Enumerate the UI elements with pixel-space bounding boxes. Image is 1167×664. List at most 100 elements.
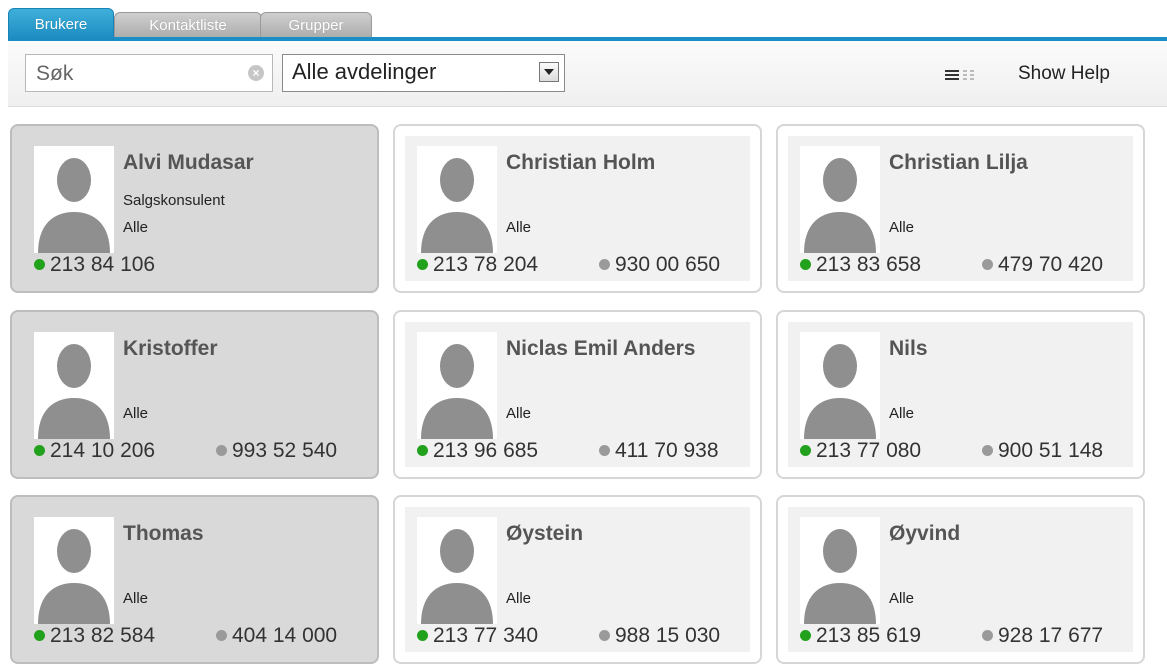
offline-status-icon bbox=[982, 445, 993, 456]
phone-secondary-number: 928 17 677 bbox=[998, 624, 1104, 647]
avatar-placeholder-icon bbox=[800, 146, 880, 253]
phone-secondary-number: 930 00 650 bbox=[615, 253, 721, 276]
offline-status-icon bbox=[599, 630, 610, 641]
offline-status-icon bbox=[599, 445, 610, 456]
phone-secondary[interactable]: 930 00 650 bbox=[599, 253, 720, 277]
tab-grupper[interactable]: Grupper bbox=[260, 12, 372, 40]
department-select[interactable]: Alle avdelinger bbox=[282, 54, 565, 92]
phone-primary[interactable]: 213 78 204 bbox=[417, 253, 538, 277]
offline-status-icon bbox=[982, 259, 993, 270]
online-status-icon bbox=[800, 259, 811, 270]
user-department: Alle bbox=[123, 405, 149, 422]
phone-secondary-number: 411 70 938 bbox=[615, 439, 719, 462]
phone-primary-number: 213 82 584 bbox=[50, 624, 156, 647]
user-name[interactable]: Christian Lilja bbox=[889, 151, 1028, 175]
online-status-icon bbox=[34, 630, 45, 641]
user-name[interactable]: Niclas Emil Anders bbox=[506, 337, 695, 361]
phone-secondary[interactable]: 479 70 420 bbox=[982, 253, 1103, 277]
online-status-icon bbox=[417, 445, 428, 456]
tab-kontaktliste[interactable]: Kontaktliste bbox=[114, 12, 262, 40]
phone-secondary[interactable]: 411 70 938 bbox=[599, 439, 719, 463]
offline-status-icon bbox=[982, 630, 993, 641]
online-status-icon bbox=[417, 630, 428, 641]
user-department: Alle bbox=[889, 405, 915, 422]
phone-primary-number: 213 85 619 bbox=[816, 624, 922, 647]
user-card[interactable]: Christian Holm Alle 213 78 204 930 00 650 bbox=[393, 124, 762, 293]
user-name[interactable]: Øyvind bbox=[889, 522, 960, 546]
phone-primary[interactable]: 213 83 658 bbox=[800, 253, 921, 277]
user-department: Alle bbox=[506, 219, 532, 236]
online-status-icon bbox=[34, 259, 45, 270]
user-card[interactable]: Alvi Mudasar Salgskonsulent Alle 213 84 106 bbox=[10, 124, 379, 293]
phone-secondary[interactable]: 993 52 540 bbox=[216, 439, 337, 463]
phone-secondary[interactable]: 928 17 677 bbox=[982, 624, 1103, 648]
phone-secondary-number: 988 15 030 bbox=[615, 624, 721, 647]
user-card[interactable]: Niclas Emil Anders Alle 213 96 685 411 70 9… bbox=[393, 310, 762, 479]
phone-secondary-number: 993 52 540 bbox=[232, 439, 338, 462]
user-card[interactable]: Christian Lilja Alle 213 83 658 479 70 420 bbox=[776, 124, 1145, 293]
phone-secondary[interactable]: 988 15 030 bbox=[599, 624, 720, 648]
user-department: Alle bbox=[123, 590, 149, 607]
phone-secondary[interactable]: 404 14 000 bbox=[216, 624, 337, 648]
offline-status-icon bbox=[216, 630, 227, 641]
user-name[interactable]: Øystein bbox=[506, 522, 583, 546]
user-title: Salgskonsulent bbox=[123, 192, 225, 209]
grid-view-icon[interactable] bbox=[963, 70, 975, 81]
user-card[interactable]: Øystein Alle 213 77 340 988 15 030 bbox=[393, 495, 762, 664]
department-select-value: Alle avdelinger bbox=[292, 59, 437, 84]
user-name[interactable]: Christian Holm bbox=[506, 151, 655, 175]
avatar-placeholder-icon bbox=[417, 146, 497, 253]
list-view-icon[interactable] bbox=[945, 70, 959, 81]
online-status-icon bbox=[800, 630, 811, 641]
phone-primary-number: 213 96 685 bbox=[433, 439, 539, 462]
user-card[interactable]: Nils Alle 213 77 080 900 51 148 bbox=[776, 310, 1145, 479]
show-help-link[interactable]: Show Help bbox=[1018, 63, 1110, 85]
phone-primary[interactable]: 213 82 584 bbox=[34, 624, 155, 648]
phone-secondary-number: 479 70 420 bbox=[998, 253, 1104, 276]
user-card[interactable]: Øyvind Alle 213 85 619 928 17 677 bbox=[776, 495, 1145, 664]
online-status-icon bbox=[800, 445, 811, 456]
user-name[interactable]: Kristoffer bbox=[123, 337, 218, 361]
phone-primary-number: 213 77 080 bbox=[816, 439, 922, 462]
clear-search-icon[interactable]: × bbox=[248, 65, 264, 81]
user-name[interactable]: Thomas bbox=[123, 522, 204, 546]
phone-secondary[interactable]: 900 51 148 bbox=[982, 439, 1103, 463]
user-card[interactable]: Kristoffer Alle 214 10 206 993 52 540 bbox=[10, 310, 379, 479]
phone-primary-number: 213 78 204 bbox=[433, 253, 539, 276]
phone-primary[interactable]: 213 85 619 bbox=[800, 624, 921, 648]
avatar-placeholder-icon bbox=[34, 146, 114, 253]
user-department: Alle bbox=[889, 590, 915, 607]
avatar-placeholder-icon bbox=[417, 332, 497, 439]
offline-status-icon bbox=[216, 445, 227, 456]
phone-secondary-number: 900 51 148 bbox=[998, 439, 1104, 462]
phone-primary-number: 214 10 206 bbox=[50, 439, 156, 462]
phone-primary[interactable]: 214 10 206 bbox=[34, 439, 155, 463]
user-department: Alle bbox=[889, 219, 915, 236]
chevron-down-icon[interactable] bbox=[539, 62, 559, 82]
avatar-placeholder-icon bbox=[34, 332, 114, 439]
phone-primary-number: 213 83 658 bbox=[816, 253, 922, 276]
search-input[interactable] bbox=[34, 61, 238, 87]
search-box: × bbox=[25, 54, 273, 92]
offline-status-icon bbox=[599, 259, 610, 270]
online-status-icon bbox=[417, 259, 428, 270]
phone-primary-number: 213 84 106 bbox=[50, 253, 156, 276]
avatar-placeholder-icon bbox=[34, 517, 114, 624]
user-department: Alle bbox=[506, 590, 532, 607]
user-department: Alle bbox=[506, 405, 532, 422]
online-status-icon bbox=[34, 445, 45, 456]
toolbar: × Alle avdelinger Show Help bbox=[8, 41, 1167, 107]
phone-primary[interactable]: 213 84 106 bbox=[34, 253, 155, 277]
tab-brukere[interactable]: Brukere bbox=[8, 8, 114, 40]
user-department: Alle bbox=[123, 219, 149, 236]
avatar-placeholder-icon bbox=[417, 517, 497, 624]
phone-primary-number: 213 77 340 bbox=[433, 624, 539, 647]
phone-primary[interactable]: 213 96 685 bbox=[417, 439, 538, 463]
user-card[interactable]: Thomas Alle 213 82 584 404 14 000 bbox=[10, 495, 379, 664]
avatar-placeholder-icon bbox=[800, 332, 880, 439]
phone-primary[interactable]: 213 77 080 bbox=[800, 439, 921, 463]
phone-secondary-number: 404 14 000 bbox=[232, 624, 338, 647]
user-name[interactable]: Alvi Mudasar bbox=[123, 151, 254, 175]
phone-primary[interactable]: 213 77 340 bbox=[417, 624, 538, 648]
user-name[interactable]: Nils bbox=[889, 337, 928, 361]
